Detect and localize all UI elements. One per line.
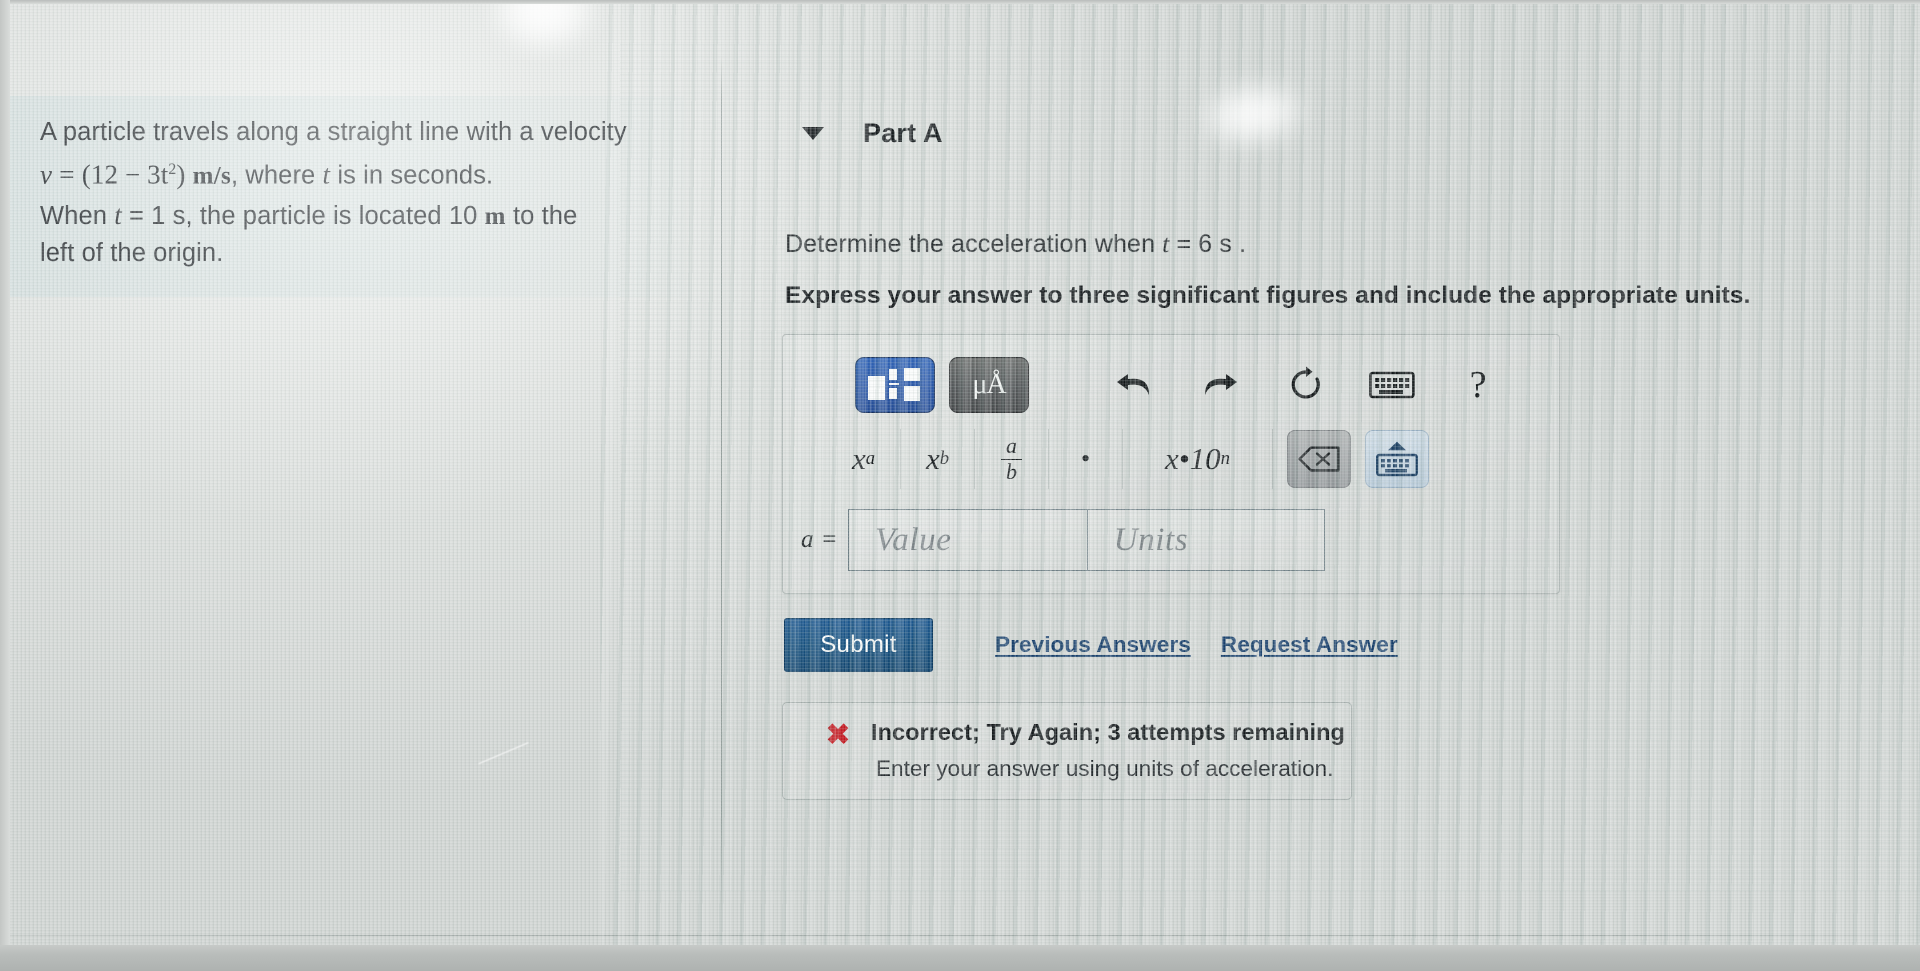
subscript-idx: b (939, 448, 950, 469)
velocity-units: m/s (192, 162, 232, 190)
page-title: Part A (863, 118, 943, 148)
feedback-box: ✖ Incorrect; Try Again; 3 attempts remai… (782, 702, 1352, 800)
bezel-top (0, 0, 1920, 4)
answer-value-placeholder: Value (875, 521, 952, 558)
part-a-column: Part A Determine the acceleration when t… (760, 0, 1920, 971)
problem-line-1: A particle travels along a straight line… (40, 118, 627, 146)
keyboard-icon[interactable] (1363, 360, 1421, 410)
homework-page: A particle travels along a straight line… (0, 0, 1920, 971)
answer-variable-label: a = (801, 526, 839, 553)
submit-row: Submit Previous Answers Request Answer (784, 618, 1398, 672)
feedback-headline-row: ✖ Incorrect; Try Again; 3 attempts remai… (825, 719, 1351, 751)
equation-tail-b: is in seconds. (330, 161, 494, 190)
time-symbol-inline: t (322, 159, 331, 190)
problem-equation-line: v = (12 − 3t2) m/s, where t is in second… (40, 150, 660, 197)
bottom-rule (0, 935, 1920, 936)
submit-button[interactable]: Submit (784, 618, 933, 672)
scinot-exponent: n (1220, 448, 1230, 469)
subscript-button[interactable]: xb (901, 429, 975, 489)
superscript-button[interactable]: xa (827, 429, 901, 489)
velocity-expression-open: (12 − 3t (81, 159, 169, 190)
column-divider (721, 57, 722, 913)
previous-answers-link[interactable]: Previous Answers (995, 632, 1191, 658)
question-prefix: Determine the acceleration when (785, 230, 1163, 258)
time-symbol-line3: t (114, 199, 122, 230)
fraction-numerator: a (1001, 434, 1022, 460)
answer-units-placeholder: Units (1113, 521, 1189, 558)
meter-unit: m (484, 202, 506, 230)
problem-line-3a: When (40, 201, 115, 230)
scinot-base: x•10 (1165, 441, 1221, 476)
redo-icon[interactable] (1191, 360, 1249, 410)
bezel-left (0, 0, 10, 971)
answer-entry-card: μÅ ? x a x b a b • x•10 n a = Value Unit… (782, 334, 1560, 594)
equals-sign: = (59, 159, 75, 190)
triangle-down-icon[interactable] (802, 127, 824, 140)
fraction-button[interactable]: a b (975, 429, 1049, 489)
answer-input-row: a = Value Units (801, 509, 1325, 571)
units-icon[interactable]: μÅ (949, 357, 1029, 413)
units-icon-label: μÅ (972, 369, 1006, 400)
superscript-exp: a (865, 448, 876, 469)
bezel-bottom (0, 945, 1920, 971)
answer-value-input[interactable]: Value (848, 509, 1089, 571)
fraction-denominator: b (1006, 458, 1017, 484)
backspace-icon[interactable] (1287, 430, 1351, 488)
velocity-expression-close: ) (176, 159, 186, 190)
red-x-icon: ✖ (825, 717, 851, 753)
monitor-photo: A particle travels along a straight line… (0, 0, 1920, 971)
problem-line-3c: to the (505, 201, 578, 230)
velocity-symbol: v (40, 159, 53, 190)
feedback-detail: Enter your answer using units of acceler… (876, 756, 1334, 781)
fraction-glyph: a b (1001, 434, 1022, 484)
problem-line-4: left of the origin. (40, 238, 224, 267)
problem-statement-panel: A particle travels along a straight line… (0, 96, 684, 297)
keyboard-up-icon[interactable] (1365, 430, 1429, 488)
answer-units-input[interactable]: Units (1086, 509, 1325, 571)
equation-tail-a: , where (231, 161, 323, 190)
reset-icon[interactable] (1277, 360, 1335, 410)
multiplication-dot-glyph: • (1080, 444, 1091, 473)
request-answer-link[interactable]: Request Answer (1221, 632, 1398, 658)
problem-line-3: When t = 1 s, the particle is located 10… (40, 197, 660, 235)
subscript-base: x (925, 441, 940, 476)
feedback-headline: Incorrect; Try Again; 3 attempts remaini… (870, 719, 1345, 745)
multiplication-dot-button[interactable]: • (1049, 429, 1123, 489)
scientific-notation-button[interactable]: x•10 n (1123, 429, 1273, 489)
math-toolbar-primary: μÅ ? (855, 357, 1535, 413)
part-a-header[interactable]: Part A (760, 118, 943, 149)
question-value: = 6 s . (1169, 230, 1247, 258)
question-prompt: Determine the acceleration when t = 6 s … (785, 230, 1246, 259)
math-template-icon[interactable] (855, 357, 935, 413)
question-mark-icon[interactable]: ? (1449, 360, 1507, 410)
math-toolbar-secondary: xa xb a b • x•10 n (827, 427, 1429, 491)
answer-instruction: Express your answer to three significant… (785, 282, 1751, 309)
help-label: ? (1469, 364, 1487, 406)
superscript-base: x (851, 441, 866, 476)
undo-icon[interactable] (1105, 360, 1163, 410)
template-glyph (866, 367, 924, 403)
problem-line-3b: = 1 s, the particle is located 10 (121, 201, 485, 230)
